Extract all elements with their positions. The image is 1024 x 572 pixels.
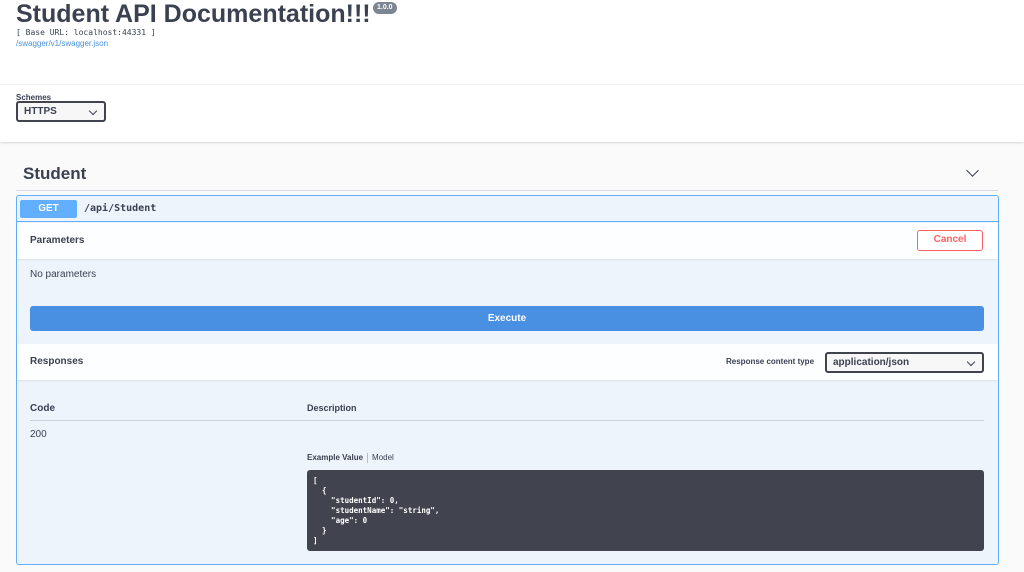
schemes-select[interactable]: HTTPS: [16, 101, 106, 122]
cancel-button[interactable]: Cancel: [917, 230, 983, 251]
code-column-header: Code: [30, 403, 55, 414]
parameters-header: Parameters Cancel: [17, 223, 998, 259]
info-header: Student API Documentation!!! 1.0.0 [ Bas…: [0, 0, 1024, 84]
tab-divider: [367, 453, 369, 463]
operation-summary[interactable]: GET /api/Student: [17, 196, 998, 222]
example-value-json: [ { "studentId": 0, "studentName": "stri…: [313, 476, 440, 545]
execute-button[interactable]: Execute: [30, 306, 984, 331]
tag-header-student[interactable]: Student: [16, 160, 998, 191]
version-badge: 1.0.0: [373, 2, 397, 14]
no-parameters-text: No parameters: [30, 269, 97, 280]
responses-title: Responses: [30, 356, 84, 367]
model-tab[interactable]: Model: [372, 453, 394, 462]
example-tabs: Example Value Model: [307, 453, 394, 463]
response-content-type-select[interactable]: application/json: [825, 352, 984, 373]
chevron-down-icon: [966, 357, 976, 367]
operation-block-get-student: GET /api/Student Parameters Cancel No pa…: [16, 195, 999, 565]
description-column-header: Description: [307, 403, 357, 413]
base-url: [ Base URL: localhost:44331 ]: [16, 28, 156, 37]
response-content-type-value: application/json: [833, 357, 910, 368]
page-title: Student API Documentation!!!: [16, 0, 371, 28]
example-value-tab[interactable]: Example Value: [307, 453, 363, 462]
example-value-box: [ { "studentId": 0, "studentName": "stri…: [307, 470, 984, 551]
schemes-selected-value: HTTPS: [24, 106, 57, 117]
tag-title: Student: [23, 164, 87, 183]
chevron-down-icon: [88, 106, 98, 116]
schemes-bar: Schemes: [0, 84, 1024, 142]
method-badge-get: GET: [20, 200, 77, 218]
responses-header: Responses Response content type applicat…: [17, 344, 998, 380]
response-content-type-label: Response content type: [726, 357, 815, 366]
swagger-json-link[interactable]: /swagger/v1/swagger.json: [16, 39, 108, 48]
parameters-title: Parameters: [30, 235, 85, 246]
operation-path: /api/Student: [84, 203, 157, 214]
chevron-down-icon[interactable]: [966, 164, 979, 177]
table-divider: [30, 420, 984, 421]
response-code: 200: [30, 429, 47, 440]
